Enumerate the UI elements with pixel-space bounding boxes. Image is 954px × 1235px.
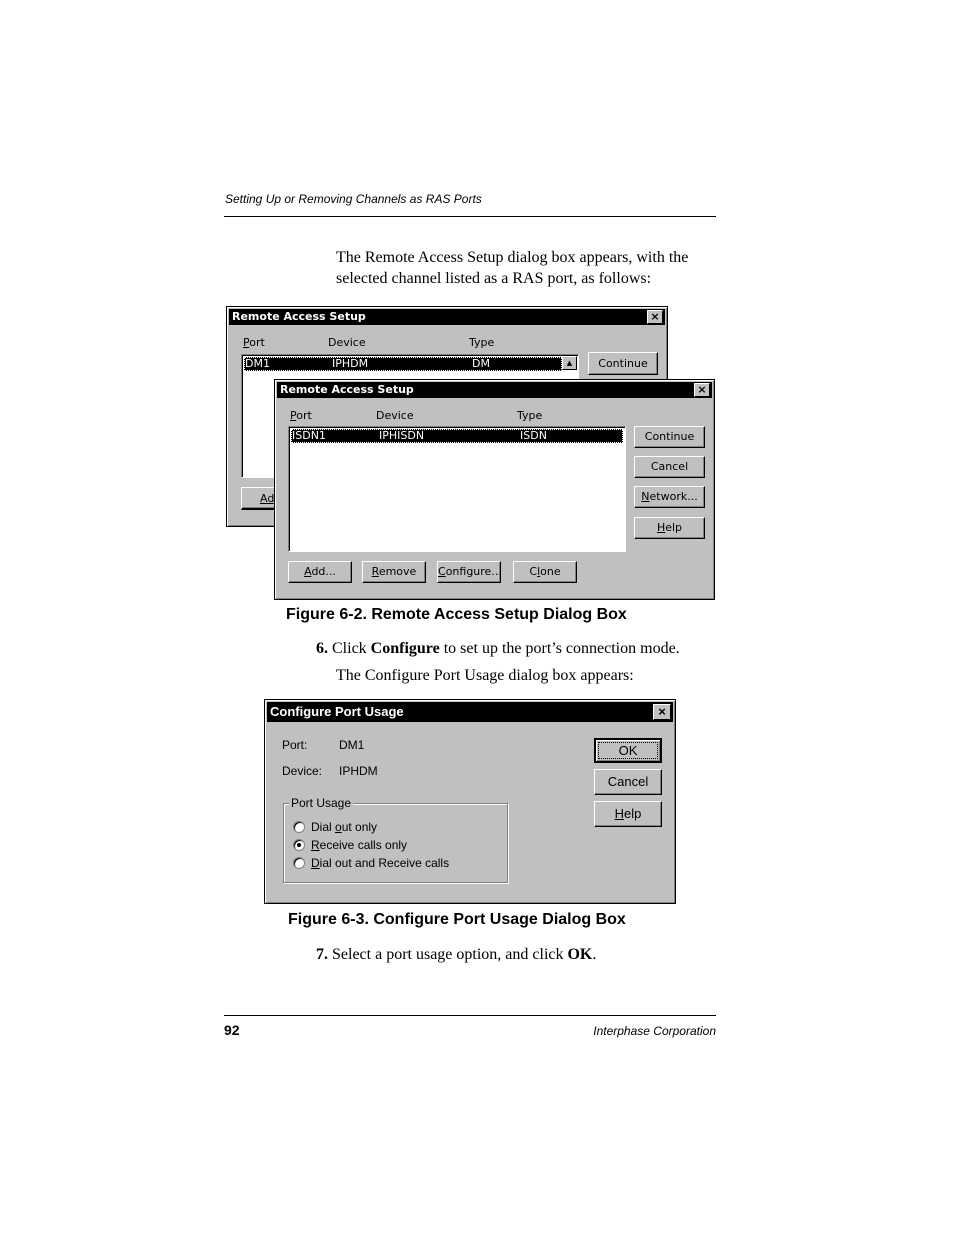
column-header-port: Port (243, 336, 265, 349)
column-header-type: Type (469, 336, 495, 349)
radio-selected-dot (297, 843, 301, 847)
radio-dial-out-and-receive[interactable] (293, 857, 305, 869)
cell-port: DM1 (245, 357, 270, 370)
configure-button[interactable]: Configure... (437, 561, 502, 583)
network-button[interactable]: Network... (634, 486, 705, 508)
figure-caption-6-2: Figure 6-2. Remote Access Setup Dialog B… (286, 606, 627, 623)
dialog-title: Remote Access Setup (280, 383, 414, 396)
add-label: Ad (260, 492, 275, 505)
ok-label: OK (597, 742, 659, 759)
step-6: 6. Click Configure to set up the port’s … (316, 638, 680, 659)
remove-button[interactable]: Remove (362, 561, 426, 583)
intro-text: The Remote Access Setup dialog box appea… (336, 247, 688, 289)
column-header-device: Device (328, 336, 366, 349)
title-bar: Remote Access Setup × (277, 382, 712, 398)
intro-line-2: selected channel listed as a RAS port, a… (336, 270, 652, 287)
radio-label-dial-out-only[interactable]: Dial out only (311, 820, 377, 834)
clone-button[interactable]: Clone (513, 561, 577, 583)
continue-button[interactable]: Continue (634, 426, 705, 448)
step-6-bold: Configure (370, 640, 440, 657)
port-usage-group-label: Port Usage (289, 796, 354, 810)
configure-port-usage-dialog: Configure Port Usage × Port: DM1 Device:… (264, 699, 676, 904)
dialog-title: Remote Access Setup (232, 310, 366, 323)
ok-button[interactable]: OK (594, 738, 662, 763)
cell-type: ISDN (520, 429, 547, 442)
page-number: 92 (224, 1022, 240, 1038)
figure-caption-6-3: Figure 6-3. Configure Port Usage Dialog … (288, 911, 626, 928)
step-7-bold: OK (567, 946, 593, 963)
radio-receive-calls-only[interactable] (293, 839, 305, 851)
step-7-post: . (592, 946, 597, 963)
cell-type: DM (472, 357, 490, 370)
port-list[interactable]: ISDN1 IPHISDN ISDN (288, 426, 626, 552)
remote-access-setup-dialog-front: Remote Access Setup × Port Device Type I… (274, 379, 715, 600)
step-7-number: 7. (316, 946, 328, 963)
list-row-selected[interactable]: DM1 IPHDM DM (244, 357, 562, 371)
footer-rule (224, 1015, 716, 1016)
title-bar: Remote Access Setup × (229, 309, 665, 325)
close-icon[interactable]: × (653, 704, 671, 720)
column-header-device: Device (376, 409, 414, 422)
close-icon[interactable]: × (647, 310, 663, 324)
radio-dial-out-only[interactable] (293, 821, 305, 833)
dialog-title: Configure Port Usage (270, 704, 404, 719)
intro-line-1: The Remote Access Setup dialog box appea… (336, 249, 689, 266)
list-row-selected[interactable]: ISDN1 IPHISDN ISDN (291, 429, 623, 443)
cancel-button[interactable]: Cancel (594, 769, 662, 795)
step-6-number: 6. (316, 640, 328, 657)
step-7-pre: Select a port usage option, and click (332, 946, 568, 963)
cancel-button[interactable]: Cancel (634, 456, 705, 478)
step-6-pre: Click (332, 640, 371, 657)
radio-label-dial-out-and-receive[interactable]: Dial out and Receive calls (311, 856, 449, 870)
port-value: DM1 (339, 738, 365, 752)
cell-device: IPHISDN (379, 429, 425, 442)
column-header-type: Type (517, 409, 543, 422)
cell-port: ISDN1 (292, 429, 326, 442)
help-button[interactable]: Help (634, 517, 705, 539)
device-value: IPHDM (339, 764, 378, 778)
footer-company: Interphase Corporation (593, 1024, 716, 1038)
column-header-port: Port (290, 409, 312, 422)
close-icon[interactable]: × (694, 383, 710, 397)
device-label: Device: (282, 764, 323, 778)
header-rule (224, 216, 716, 217)
step-7: 7. Select a port usage option, and click… (316, 944, 596, 965)
cell-device: IPHDM (332, 357, 369, 370)
continue-button[interactable]: Continue (588, 352, 658, 375)
step-6-post: to set up the port’s connection mode. (439, 640, 680, 657)
port-label: Port: (282, 738, 308, 752)
step-6-followup: The Configure Port Usage dialog box appe… (336, 667, 634, 684)
add-button[interactable]: Add... (288, 561, 352, 583)
radio-label-receive-calls-only[interactable]: Receive calls only (311, 838, 407, 852)
help-button[interactable]: Help (594, 801, 662, 827)
scroll-up-arrow-icon[interactable]: ▲ (562, 356, 577, 370)
title-bar: Configure Port Usage × (267, 702, 673, 722)
running-header: Setting Up or Removing Channels as RAS P… (225, 192, 482, 206)
